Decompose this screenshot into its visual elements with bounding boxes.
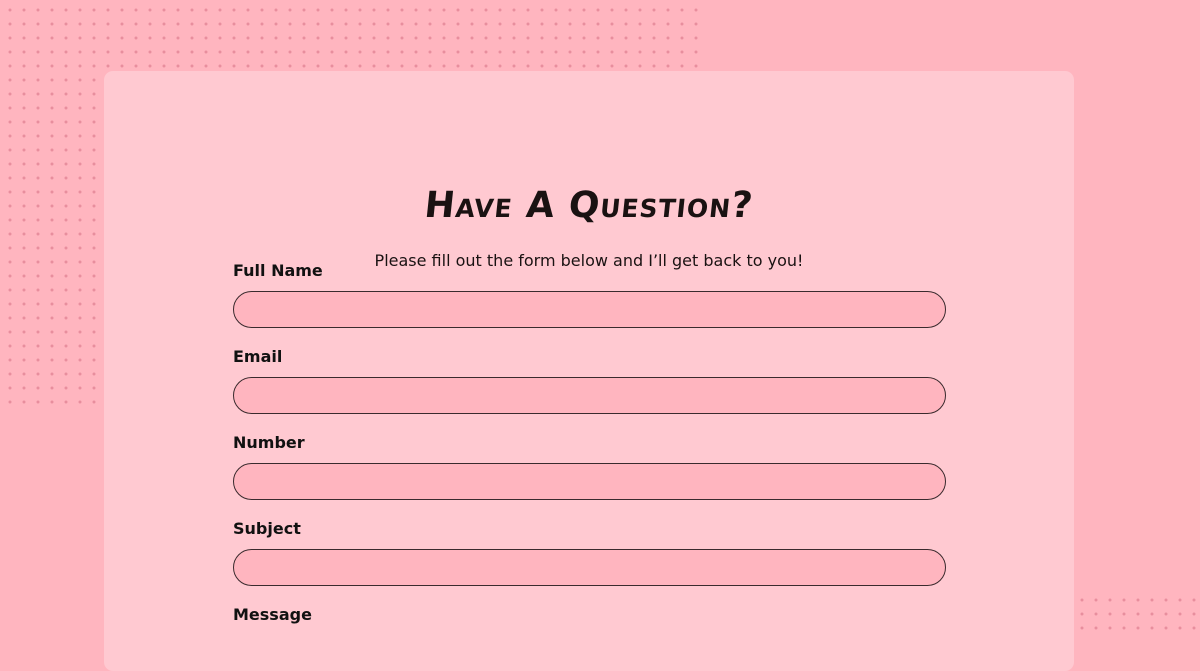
email-input[interactable] [233,377,946,414]
email-label: Email [233,347,283,366]
subject-field-group: Subject [233,519,946,586]
full-name-label: Full Name [233,261,323,280]
subject-input[interactable] [233,549,946,586]
message-label: Message [233,605,312,624]
email-field-group: Email [233,347,946,414]
form-title: Have A Question? [422,185,756,226]
message-field-group: Message [233,605,946,625]
number-field-group: Number [233,433,946,500]
number-label: Number [233,433,305,452]
contact-form-card: Have A Question? Please fill out the for… [104,71,1074,671]
subject-label: Subject [233,519,301,538]
full-name-field-group: Full Name [233,261,946,328]
full-name-input[interactable] [233,291,946,328]
number-input[interactable] [233,463,946,500]
background-dot-pattern-corner [1070,590,1200,630]
